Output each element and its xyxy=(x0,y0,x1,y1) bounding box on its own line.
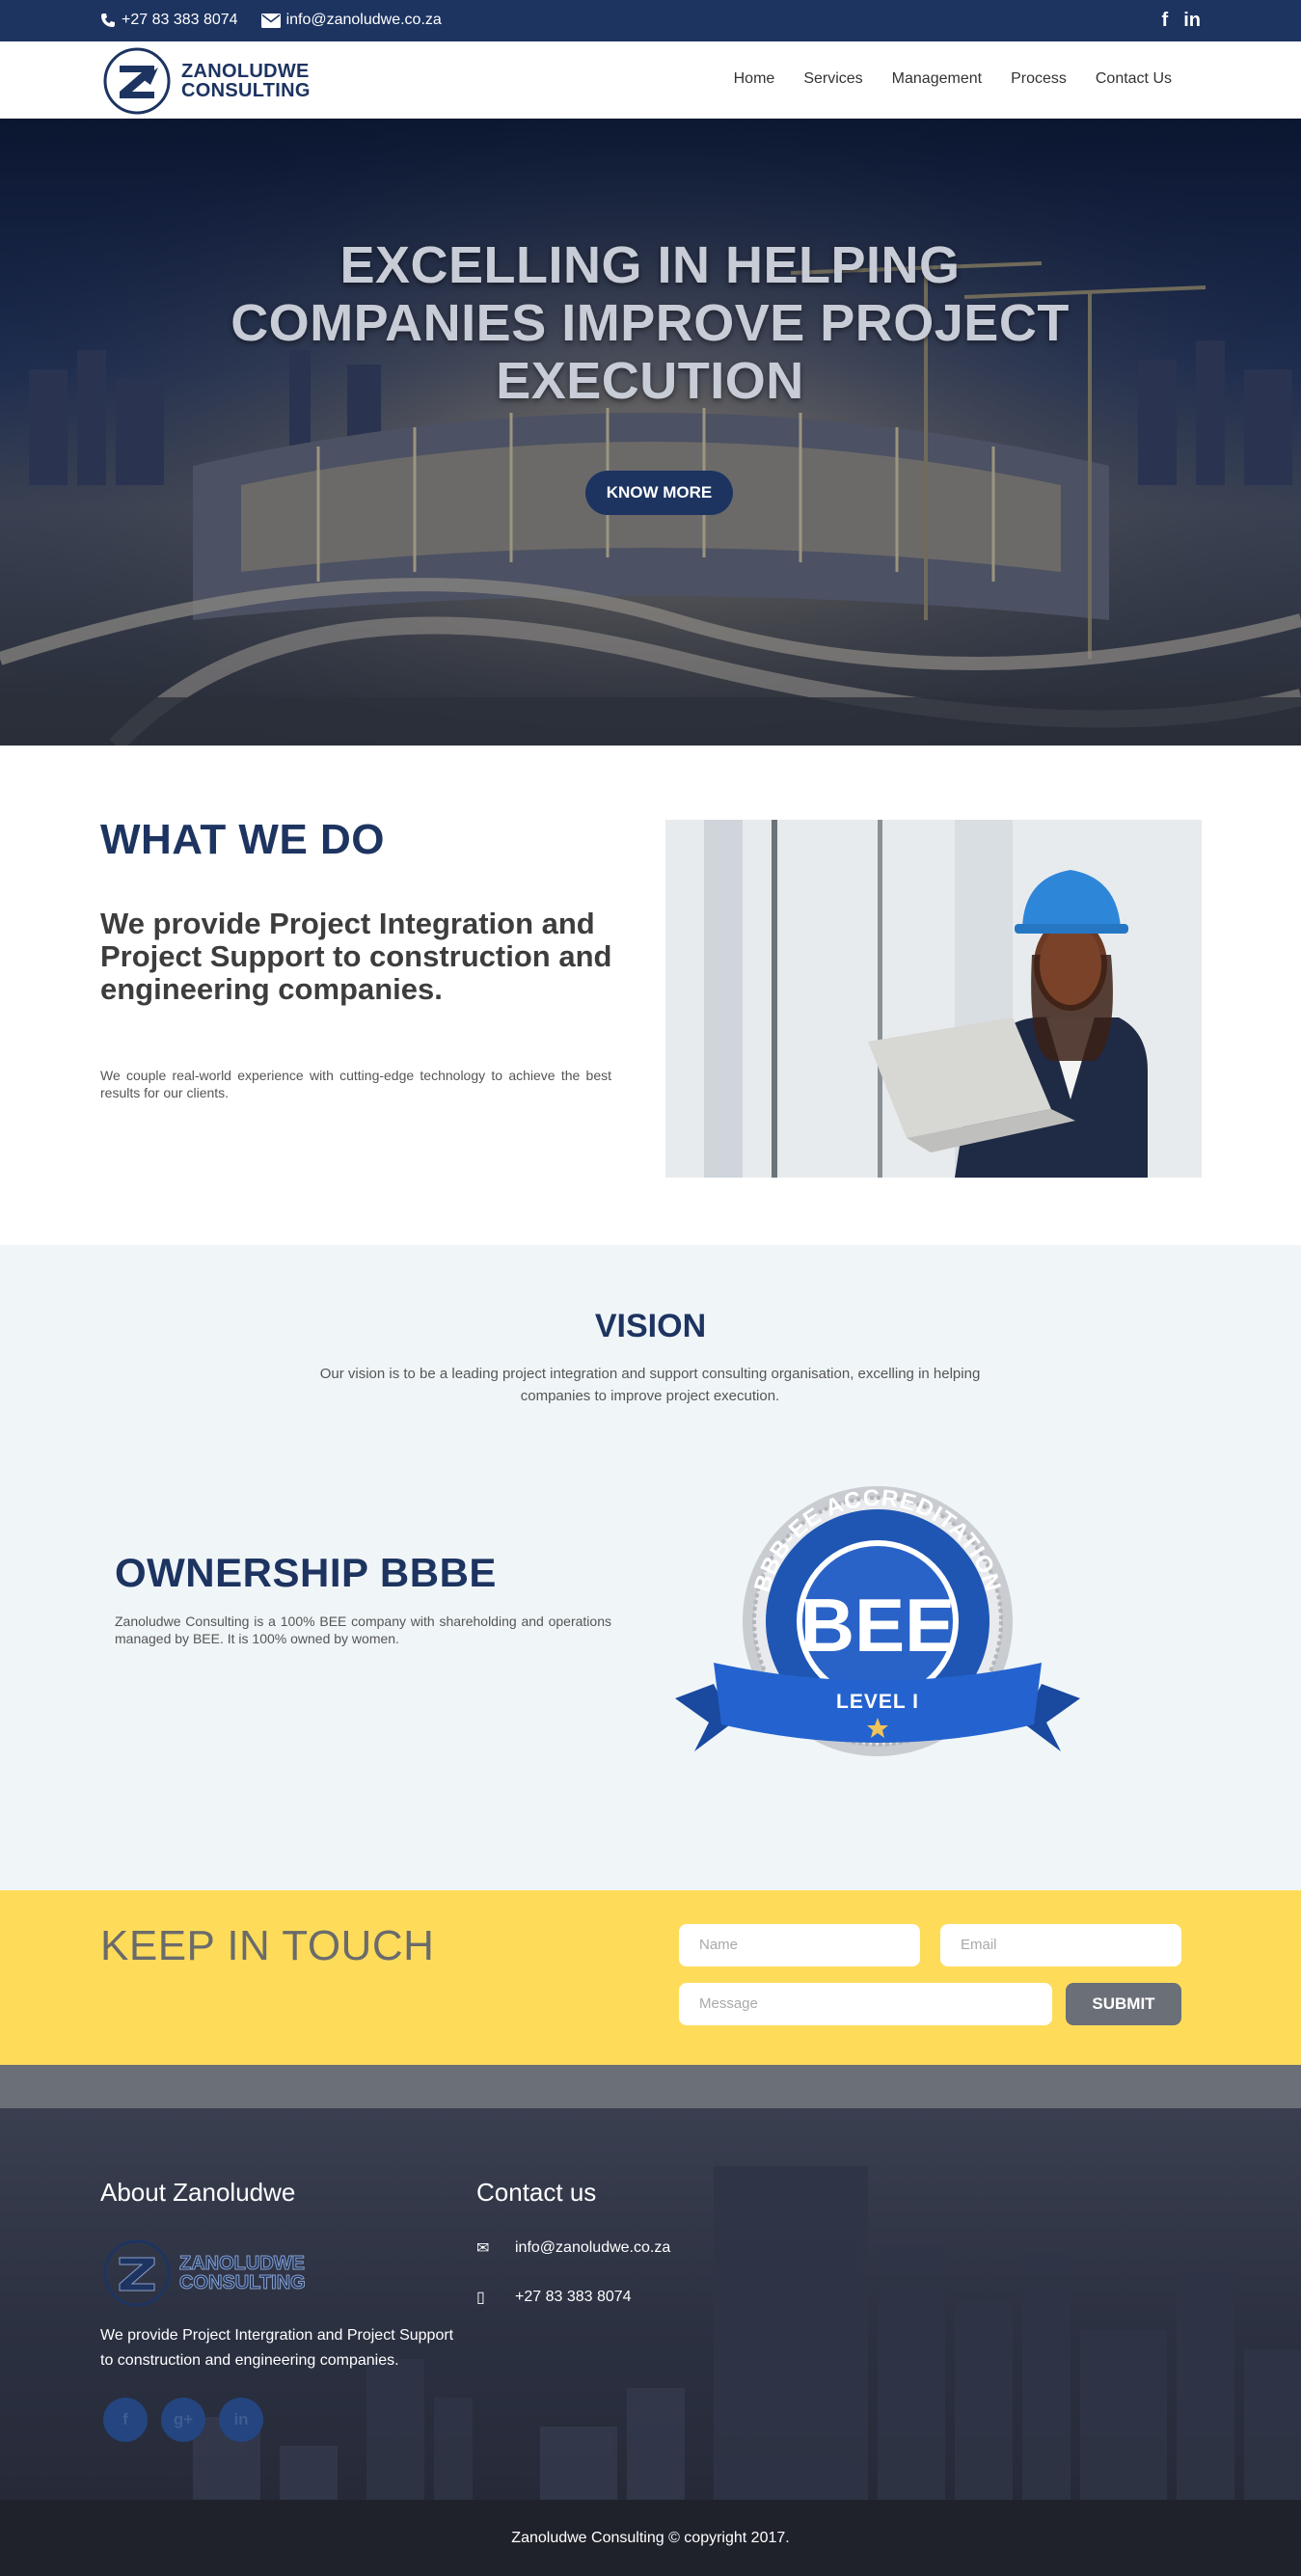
copyright-text: Zanoludwe Consulting © copyright 2017. xyxy=(511,2530,790,2546)
know-more-button[interactable]: KNOW MORE xyxy=(585,471,733,515)
vision-title: VISION xyxy=(594,1308,707,1344)
ownership-text: Zanoludwe Consulting is a 100% BEE compa… xyxy=(115,1613,611,1646)
email-input[interactable]: Email xyxy=(940,1924,1181,1966)
contact-title: Contact us xyxy=(476,2178,597,2207)
badge-ribbon-text: LEVEL I xyxy=(836,1691,919,1713)
footer-social: f g+ in xyxy=(103,2398,263,2442)
brand-logo[interactable]: ZANOLUDWE CONSULTING xyxy=(100,46,311,116)
engineer-with-laptop-image xyxy=(665,820,1202,1178)
what-we-do-title: WHAT WE DO xyxy=(100,816,386,863)
footer-logo-mark-icon xyxy=(103,2239,171,2307)
copyright-bar: Zanoludwe Consulting © copyright 2017. xyxy=(0,2500,1301,2576)
bee-accreditation-badge: BBB-EE ACCREDITATION BEE LEVEL I xyxy=(675,1485,1080,1756)
footer-wordmark: ZANOLUDWE CONSULTING xyxy=(179,2253,307,2293)
brand-line-2: CONSULTING xyxy=(181,80,311,101)
top-phone[interactable]: +27 83 383 8074 xyxy=(100,12,238,29)
badge-center-text: BEE xyxy=(800,1583,955,1668)
top-social: f in xyxy=(1162,10,1201,32)
submit-button[interactable]: SUBMIT xyxy=(1066,1983,1181,2025)
footer: About Zanoludwe Contact us ZANOLUDWE CON… xyxy=(0,2108,1301,2500)
nav-menu: Home Services Management Process Contact… xyxy=(734,70,1172,88)
keep-in-touch-title: KEEP IN TOUCH xyxy=(100,1922,435,1969)
nav-process[interactable]: Process xyxy=(1011,70,1067,88)
what-we-do-lead: We provide Project Integration and Proje… xyxy=(100,907,612,1006)
nav-management[interactable]: Management xyxy=(892,70,982,88)
linkedin-icon[interactable]: in xyxy=(219,2398,263,2442)
footer-phone-row[interactable]: ▯ +27 83 383 8074 xyxy=(476,2288,632,2307)
about-title: About Zanoludwe xyxy=(100,2178,296,2207)
facebook-icon[interactable]: f xyxy=(1162,10,1169,32)
footer-brand-line-1: ZANOLUDWE xyxy=(179,2253,306,2274)
hero-banner: EXCELLING IN HELPING COMPANIES IMPROVE P… xyxy=(0,119,1301,746)
vision-section: VISION Our vision is to be a leading pro… xyxy=(0,1245,1301,1890)
footer-brand-line-2: CONSULTING xyxy=(179,2272,307,2293)
top-email[interactable]: info@zanoludwe.co.za xyxy=(260,12,442,29)
top-phone-text: +27 83 383 8074 xyxy=(122,12,238,28)
keep-in-touch-section: KEEP IN TOUCH Name Email Message SUBMIT xyxy=(0,1890,1301,2065)
footer-logo[interactable]: ZANOLUDWE CONSULTING xyxy=(100,2238,306,2308)
hero-headline: EXCELLING IN HELPING COMPANIES IMPROVE P… xyxy=(230,236,1070,410)
logo-mark-icon xyxy=(103,47,171,115)
envelope-icon: ✉ xyxy=(476,2240,490,2257)
vision-text: Our vision is to be a leading project in… xyxy=(319,1366,981,1404)
nav-services[interactable]: Services xyxy=(803,70,862,88)
phone-icon xyxy=(101,14,115,27)
main-navbar: ZANOLUDWE CONSULTING Home Services Manag… xyxy=(0,41,1301,119)
brand-line-1: ZANOLUDWE xyxy=(181,61,310,82)
linkedin-icon[interactable]: in xyxy=(1183,10,1201,32)
brand-wordmark: ZANOLUDWE CONSULTING xyxy=(181,62,311,100)
envelope-icon xyxy=(260,13,281,28)
top-contact: +27 83 383 8074 info@zanoludwe.co.za xyxy=(100,12,442,29)
what-we-do-body: We couple real-world experience with cut… xyxy=(100,1068,611,1100)
footer-email-row[interactable]: ✉ info@zanoludwe.co.za xyxy=(476,2238,670,2258)
top-email-text: info@zanoludwe.co.za xyxy=(285,12,442,28)
name-input[interactable]: Name xyxy=(679,1924,920,1966)
ownership-title: OWNERSHIP BBBE xyxy=(115,1550,497,1595)
footer-email: info@zanoludwe.co.za xyxy=(515,2239,671,2256)
nav-home[interactable]: Home xyxy=(734,70,775,88)
message-input[interactable]: Message xyxy=(679,1983,1052,2025)
top-bar: +27 83 383 8074 info@zanoludwe.co.za f i… xyxy=(0,0,1301,41)
hero-construction-night-image xyxy=(0,119,1301,746)
facebook-icon[interactable]: f xyxy=(103,2398,148,2442)
footer-phone: +27 83 383 8074 xyxy=(515,2289,632,2305)
nav-contact-us[interactable]: Contact Us xyxy=(1096,70,1172,88)
footer-top-band xyxy=(0,2065,1301,2108)
about-text: We provide Project Intergration and Proj… xyxy=(100,2327,454,2369)
google-plus-icon[interactable]: g+ xyxy=(161,2398,205,2442)
mobile-phone-icon: ▯ xyxy=(476,2290,485,2306)
